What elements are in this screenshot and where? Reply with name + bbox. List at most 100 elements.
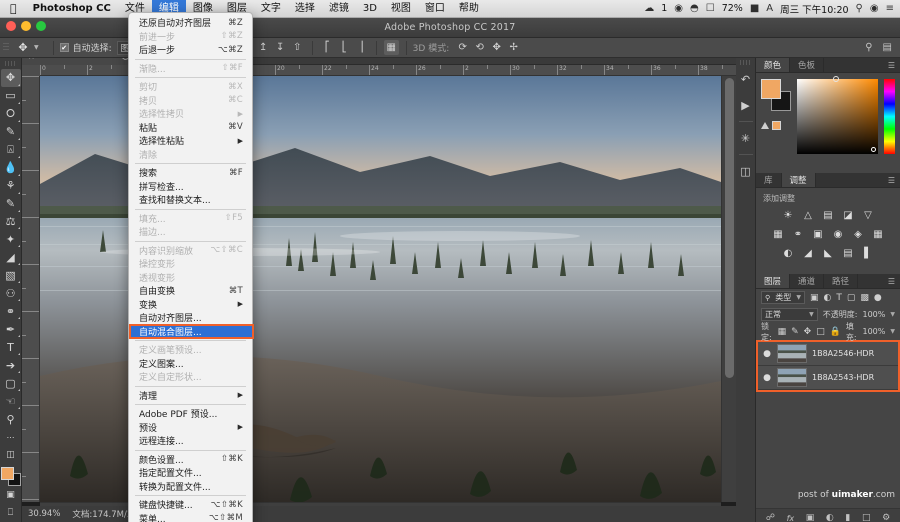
airplay-icon[interactable]: ☐	[706, 3, 715, 14]
workspace-icon[interactable]: ▤	[883, 42, 892, 53]
menu-item[interactable]: 菜单... ⌥⇧⌘M	[129, 512, 252, 522]
invert-icon[interactable]: ◐	[782, 247, 795, 260]
table-row[interactable]: ● 1B8A2543-HDR	[758, 366, 898, 390]
distribute-center-button[interactable]: ⎣	[337, 40, 352, 55]
menu-item[interactable]: 查找和替换文本...	[129, 193, 252, 207]
align-bottom-edges-button[interactable]: ⇧	[290, 40, 305, 55]
adjustment-filter-icon[interactable]: ◐	[824, 293, 832, 303]
foreground-color-swatch[interactable]	[0, 467, 14, 481]
options-bar-grip[interactable]	[0, 38, 12, 57]
posterize-icon[interactable]: ◢	[802, 247, 815, 260]
move-tool-icon[interactable]: ✥	[12, 41, 34, 54]
edit-toolbar-icon[interactable]: ◫	[1, 446, 21, 464]
zoom-tool[interactable]: ⚲	[1, 410, 21, 428]
healing-brush-tool[interactable]: ⚘	[1, 177, 21, 195]
layer-visibility-icon[interactable]: ●	[762, 373, 772, 383]
menubar-item-window[interactable]: 窗口	[418, 0, 452, 18]
hue-saturation-icon[interactable]: ▦	[772, 228, 785, 241]
curves-icon[interactable]: ▤	[822, 209, 835, 222]
lock-position-icon[interactable]: ✥	[804, 327, 812, 337]
brightness-contrast-icon[interactable]: ☀	[782, 209, 795, 222]
menu-item[interactable]: 后退一步 ⌥⌘Z	[129, 43, 252, 57]
tab-libraries[interactable]: 库	[756, 173, 782, 187]
hand-tool[interactable]: ☜	[1, 392, 21, 410]
color-swatches[interactable]	[0, 467, 21, 487]
gradient-tool[interactable]: ▧	[1, 266, 21, 284]
chevron-down-icon[interactable]: ▼	[890, 328, 895, 335]
distribute-right-button[interactable]: ⎥	[354, 40, 369, 55]
opacity-value[interactable]: 100%	[863, 310, 886, 319]
black-white-icon[interactable]: ▣	[812, 228, 825, 241]
lock-all-icon[interactable]: 🔒	[830, 327, 841, 337]
search-icon[interactable]: ⚲	[865, 42, 872, 53]
photo-filter-icon[interactable]: ◉	[832, 228, 845, 241]
menu-item[interactable]: 选择性粘贴 ▶	[129, 134, 252, 148]
pixel-filter-icon[interactable]: ▣	[810, 293, 819, 303]
color-lookup-icon[interactable]: ▦	[872, 228, 885, 241]
zoom-level[interactable]: 30.94%	[28, 509, 60, 519]
delete-layer-icon[interactable]: ⚙	[882, 513, 890, 522]
distribute-grid-button[interactable]: ▦	[383, 40, 399, 55]
menu-item[interactable]: 还原自动对齐图层 ⌘Z	[129, 16, 252, 30]
menu-item[interactable]: 远程连接...	[129, 434, 252, 448]
menubar-item-filter[interactable]: 滤镜	[322, 0, 356, 18]
menu-item[interactable]: 指定配置文件...	[129, 466, 252, 480]
close-button[interactable]	[6, 21, 16, 31]
bluetooth-icon[interactable]: ◉	[674, 3, 683, 14]
marquee-tool[interactable]: ▭	[1, 87, 21, 105]
lock-artboard-icon[interactable]: □	[816, 327, 825, 337]
tab-color[interactable]: 颜色	[756, 58, 791, 72]
dodge-tool[interactable]: ⚭	[1, 302, 21, 320]
chevron-down-icon[interactable]: ▼	[890, 311, 895, 318]
history-icon[interactable]: ↶	[737, 66, 755, 92]
wifi-icon[interactable]: ◓	[690, 3, 699, 14]
color-panel-swatches[interactable]	[761, 79, 791, 167]
menubar-item-select[interactable]: 选择	[288, 0, 322, 18]
align-vertical-centers-button[interactable]: ↧	[273, 40, 288, 55]
blur-tool[interactable]: ⚇	[1, 284, 21, 302]
apple-logo-icon[interactable]: 	[0, 3, 26, 14]
pan-3d-button[interactable]: ✥	[489, 40, 504, 55]
tab-channels[interactable]: 通道	[790, 274, 825, 288]
tab-adjustments[interactable]: 调整	[781, 173, 816, 187]
clone-stamp-tool[interactable]: ⚖	[1, 213, 21, 231]
adjustments-icon[interactable]: ✳	[737, 125, 755, 151]
color-field[interactable]	[797, 76, 878, 154]
exposure-icon[interactable]: ◪	[842, 209, 855, 222]
menu-item[interactable]: 清理 ▶	[129, 389, 252, 403]
tool-preset-chevron-down-icon[interactable]: ▼	[34, 44, 47, 51]
menu-item[interactable]: 转换为配置文件...	[129, 480, 252, 494]
more-tools-button[interactable]: ⋯	[1, 428, 21, 446]
menu-item[interactable]: 搜索 ⌘F	[129, 166, 252, 180]
out-of-gamut-warning-icon[interactable]	[761, 121, 781, 130]
smart-object-filter-icon[interactable]: ▩	[860, 293, 869, 303]
minimize-button[interactable]	[21, 21, 31, 31]
layer-mask-icon[interactable]: ▣	[806, 513, 815, 522]
menu-item[interactable]: 变换 ▶	[129, 298, 252, 312]
lock-image-icon[interactable]: ✎	[791, 327, 799, 337]
dropbox-icon[interactable]: ☁	[644, 3, 654, 14]
color-panel-menu-icon[interactable]: ☰	[883, 58, 900, 72]
layer-visibility-icon[interactable]: ●	[762, 349, 772, 359]
link-layers-icon[interactable]: ☍	[766, 513, 775, 522]
hue-slider[interactable]	[884, 79, 895, 154]
zoom-button[interactable]	[36, 21, 46, 31]
distribute-left-button[interactable]: ⎡	[320, 40, 335, 55]
layer-style-icon[interactable]: fx	[787, 514, 795, 522]
menu-item[interactable]: 自动对齐图层...	[129, 311, 252, 325]
rail-grip[interactable]	[736, 58, 755, 66]
levels-icon[interactable]: △	[802, 209, 815, 222]
menu-item[interactable]: 定义图案...	[129, 357, 252, 371]
menu-item[interactable]: 粘贴 ⌘V	[129, 121, 252, 135]
screen-mode-icon[interactable]: ⎕	[1, 504, 21, 522]
align-top-edges-button[interactable]: ↥	[256, 40, 271, 55]
siri-icon[interactable]: ◉	[870, 3, 879, 14]
fill-value[interactable]: 100%	[863, 327, 886, 336]
lock-transparent-icon[interactable]: ▦	[778, 327, 787, 337]
color-balance-icon[interactable]: ⚭	[792, 228, 805, 241]
notification-center-icon[interactable]: ≡	[886, 3, 894, 14]
pen-tool[interactable]: ✒	[1, 320, 21, 338]
table-row[interactable]: ● 1B8A2546-HDR	[758, 342, 898, 366]
menu-item[interactable]: 自由变换 ⌘T	[129, 284, 252, 298]
selective-color-icon[interactable]: ▌	[862, 247, 875, 260]
